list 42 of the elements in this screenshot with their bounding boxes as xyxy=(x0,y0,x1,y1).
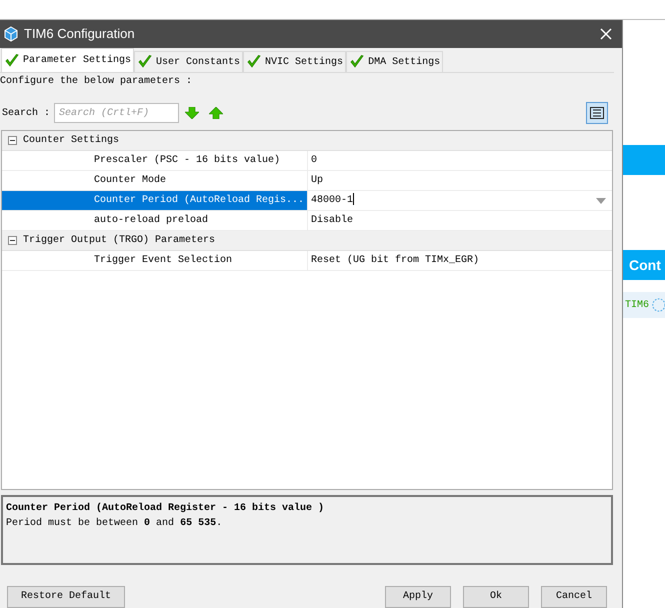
parameter-name[interactable]: Counter Mode xyxy=(2,171,307,190)
cube-icon xyxy=(4,26,18,42)
parameter-value: 0 xyxy=(310,154,318,168)
dialog-button[interactable]: Restore Default xyxy=(7,586,125,608)
peripheral-tag: TIM6 xyxy=(625,298,650,312)
tab[interactable]: DMA Settings xyxy=(346,51,444,72)
parameter-name[interactable]: Prescaler (PSC - 16 bits value) xyxy=(2,151,307,170)
parameter-name[interactable]: Trigger Event Selection xyxy=(2,251,307,270)
collapse-icon[interactable] xyxy=(8,136,17,145)
dialog-button[interactable]: Apply xyxy=(385,586,451,608)
parameter-value: Disable xyxy=(310,214,354,228)
tab[interactable]: NVIC Settings xyxy=(243,51,346,72)
check-icon xyxy=(246,54,262,70)
window-title: TIM6 Configuration xyxy=(24,25,135,44)
banner xyxy=(623,145,665,175)
dialog-button[interactable]: Cancel xyxy=(541,586,607,608)
close-icon[interactable] xyxy=(600,28,612,40)
check-icon xyxy=(4,52,20,68)
dropdown-icon[interactable] xyxy=(596,198,606,204)
dialog-button[interactable]: Ok xyxy=(463,586,529,608)
parameter-name[interactable]: auto-reload preload xyxy=(2,211,307,230)
list-icon xyxy=(590,107,604,119)
search-field[interactable]: Search (Crtl+F) xyxy=(54,103,180,123)
group-title: Trigger Output (TRGO) Parameters xyxy=(23,234,216,248)
value-input[interactable]: 48000-1 xyxy=(308,193,354,208)
parameter-name[interactable]: Counter Period (AutoReload Regis... xyxy=(2,191,307,210)
description-text: Period must be between 0 and 65 535. xyxy=(6,516,224,531)
intro-text: Configure the below parameters : xyxy=(0,74,194,89)
collapse-icon[interactable] xyxy=(8,236,17,245)
arrow-up-icon[interactable] xyxy=(209,107,224,119)
tab[interactable]: User Constants xyxy=(134,51,244,72)
group-title: Counter Settings xyxy=(23,134,120,148)
tab[interactable]: Parameter Settings xyxy=(1,48,134,72)
arrow-down-icon[interactable] xyxy=(185,107,200,119)
search-label: Search : xyxy=(2,106,50,120)
list-view-button[interactable] xyxy=(586,102,608,124)
parameter-value: Reset (UG bit from TIMx_EGR) xyxy=(310,254,480,268)
description-title: Counter Period (AutoReload Register - 16 bits value ) xyxy=(6,502,326,516)
check-icon xyxy=(349,54,366,70)
clock-icon xyxy=(651,296,665,314)
parameter-value: Up xyxy=(310,174,324,188)
check-icon xyxy=(137,54,154,70)
